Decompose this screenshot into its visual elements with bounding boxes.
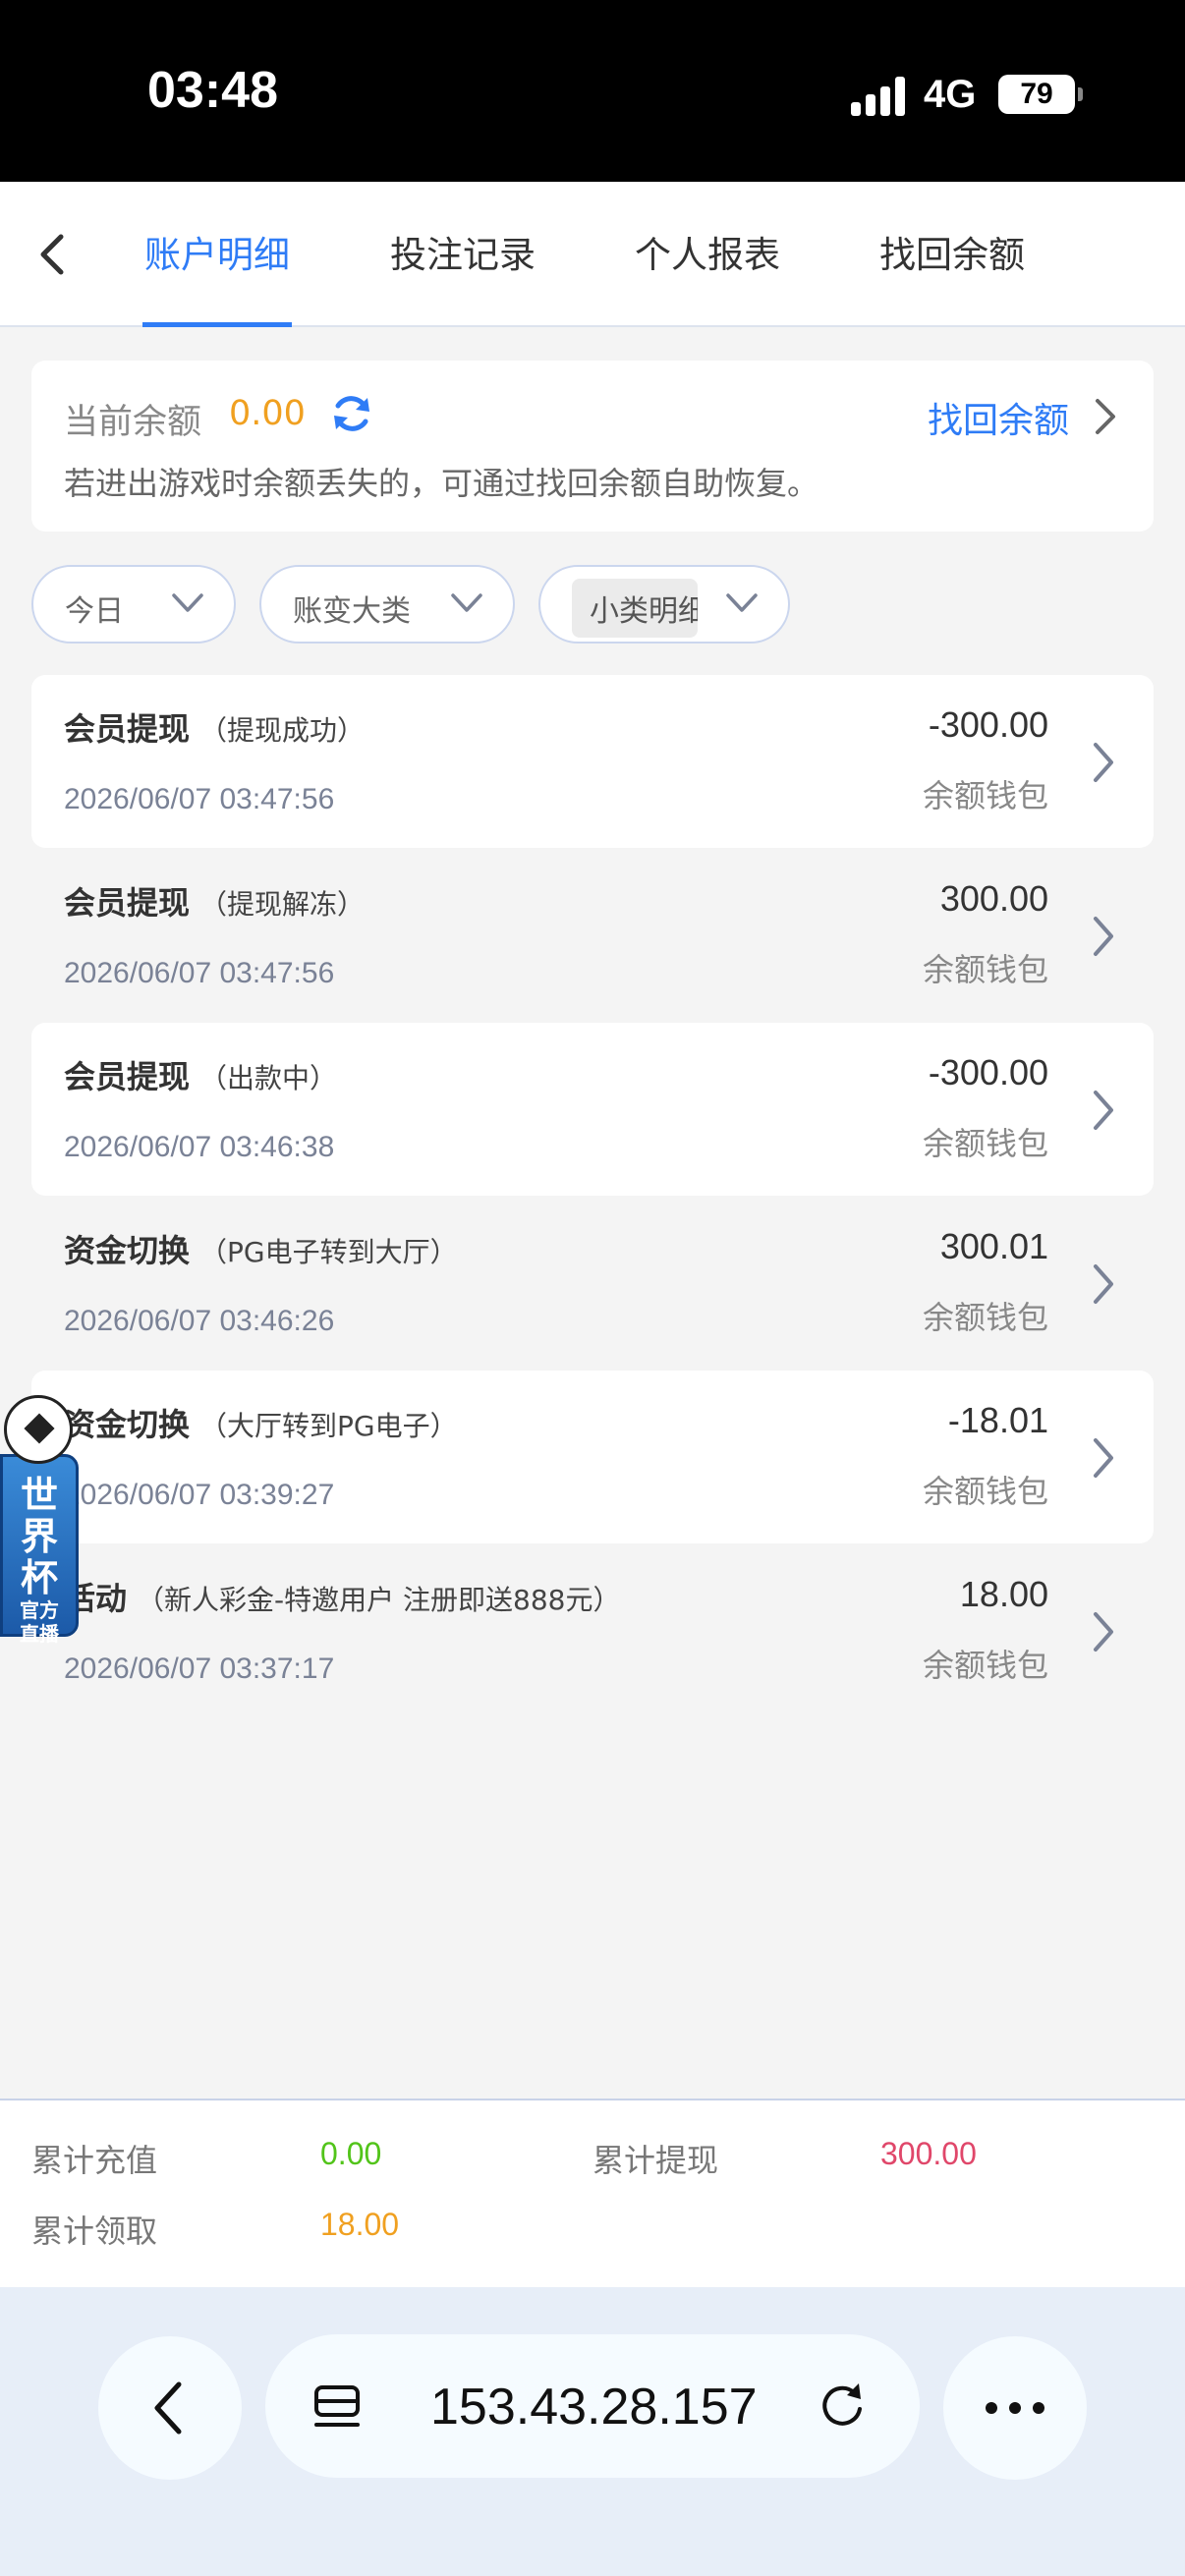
filter-category-label: 账变大类 <box>293 594 411 629</box>
balance-value: 0.00 <box>229 394 306 433</box>
filter-date[interactable]: 今日 <box>31 565 236 644</box>
claim-total-label: 累计领取 <box>31 2212 158 2250</box>
summary-panel: 累计充值 0.00 累计提现 300.00 累计领取 18.00 <box>0 2099 1185 2287</box>
transaction-title: 资金切换 （PG电子转到大厅） <box>64 1226 458 1271</box>
transaction-wallet: 余额钱包 <box>922 951 1048 988</box>
withdraw-total-value: 300.00 <box>880 2136 977 2171</box>
transaction-time: 2026/06/07 03:46:38 <box>64 1131 335 1163</box>
chevron-right-icon <box>1094 1091 1113 1130</box>
transaction-title: 会员提现 （提现成功） <box>64 704 365 750</box>
address-bar[interactable]: 153.43.28.157 <box>265 2334 920 2478</box>
transaction-time: 2026/06/07 03:46:26 <box>64 1305 335 1337</box>
reload-icon <box>822 2383 862 2426</box>
chevron-right-icon <box>1094 1612 1113 1652</box>
balance-label: 当前余额 <box>64 403 202 442</box>
recover-balance-link[interactable]: 找回余额 <box>928 392 1069 443</box>
transaction-amount: -300.00 <box>928 1052 1048 1092</box>
tab-personal-report[interactable]: 个人报表 <box>633 225 782 327</box>
more-dots-icon <box>986 2402 1044 2414</box>
transaction-amount: -18.01 <box>947 1400 1048 1440</box>
network-label: 4G <box>924 73 977 116</box>
transaction-row[interactable]: 资金切换 （大厅转到PG电子） 2026/06/07 03:39:27 -18.0… <box>31 1371 1154 1543</box>
browser-back-button[interactable] <box>98 2336 242 2480</box>
transaction-row[interactable]: 会员提现 （提现解冻） 2026/06/07 03:47:56 300.00 余额… <box>31 849 1154 1022</box>
badge-title-text: 世界杯 <box>20 1474 58 1599</box>
chevron-right-icon <box>1094 1438 1113 1478</box>
transaction-subtype: （大厅转到PG电子） <box>199 1410 458 1442</box>
filter-subcategory-label: 小类明细 <box>572 579 698 638</box>
transaction-type: 会员提现 <box>64 1058 191 1095</box>
transaction-subtype: （提现解冻） <box>199 888 366 921</box>
transaction-row[interactable]: 活动 （新人彩金-特邀用户 注册即送888元） 2026/06/07 03:37:… <box>31 1544 1154 1717</box>
transaction-subtype: （PG电子转到大厅） <box>199 1236 458 1268</box>
chevron-right-icon <box>1094 743 1113 782</box>
recharge-total-value: 0.00 <box>320 2136 382 2171</box>
chevron-right-icon[interactable] <box>1093 396 1118 437</box>
status-bar: 03:48 4G 79 <box>0 0 1185 182</box>
transaction-time: 2026/06/07 03:47:56 <box>64 957 335 989</box>
refresh-icon[interactable] <box>328 390 375 437</box>
chevron-right-icon <box>1094 917 1113 956</box>
transaction-type: 会员提现 <box>64 884 191 922</box>
transaction-amount: 300.01 <box>939 1226 1048 1266</box>
claim-total-value: 18.00 <box>320 2207 400 2242</box>
transaction-title: 会员提现 （提现解冻） <box>64 878 365 924</box>
transaction-wallet: 余额钱包 <box>922 1647 1048 1684</box>
transaction-type: 会员提现 <box>64 710 191 748</box>
chevron-down-icon <box>451 593 482 612</box>
signal-icon <box>851 77 906 116</box>
balance-card: 当前余额 0.00 找回余额 若进出游戏时余额丢失的，可通过找回余额自助恢复。 <box>31 361 1154 532</box>
battery-icon: 79 <box>998 75 1083 114</box>
world-cup-badge-body: 世界杯 官方 直播 <box>0 1454 79 1646</box>
world-cup-live-badge[interactable]: 世界杯 官方 直播 <box>0 1395 81 1646</box>
transaction-row[interactable]: 会员提现 （出款中） 2026/06/07 03:46:38 -300.00 余额… <box>31 1023 1154 1196</box>
transaction-title: 会员提现 （出款中） <box>64 1052 337 1097</box>
tab-account-details[interactable]: 账户明细 <box>142 225 292 327</box>
transaction-row[interactable]: 会员提现 （提现成功） 2026/06/07 03:47:56 -300.00 余… <box>31 675 1154 848</box>
tab-bet-records[interactable]: 投注记录 <box>388 225 537 327</box>
filter-subcategory[interactable]: 小类明细 <box>538 565 790 644</box>
back-button[interactable] <box>29 225 79 284</box>
chevron-right-icon <box>1094 1264 1113 1304</box>
withdraw-total-label: 累计提现 <box>592 2142 719 2179</box>
filter-category[interactable]: 账变大类 <box>259 565 515 644</box>
chevron-left-icon <box>40 234 64 275</box>
transaction-subtype: （出款中） <box>199 1062 338 1094</box>
browser-more-button[interactable] <box>943 2336 1087 2480</box>
transaction-amount: 18.00 <box>959 1574 1048 1614</box>
battery-level: 79 <box>1020 78 1053 110</box>
transaction-time: 2026/06/07 03:39:27 <box>64 1479 335 1511</box>
transaction-subtype: （提现成功） <box>199 714 366 747</box>
transaction-amount: 300.00 <box>939 878 1048 919</box>
tab-recover-balance[interactable]: 找回余额 <box>877 225 1027 327</box>
transaction-time: 2026/06/07 03:47:56 <box>64 783 335 815</box>
browser-toolbar: 153.43.28.157 <box>0 2287 1185 2576</box>
transaction-amount: -300.00 <box>928 704 1048 745</box>
status-time: 03:48 <box>147 62 278 119</box>
transaction-row[interactable]: 资金切换 （PG电子转到大厅） 2026/06/07 03:46:26 300.0… <box>31 1197 1154 1370</box>
address-url: 153.43.28.157 <box>430 2379 758 2436</box>
transaction-title: 资金切换 （大厅转到PG电子） <box>64 1400 458 1445</box>
transaction-title: 活动 （新人彩金-特邀用户 注册即送888元） <box>64 1574 620 1619</box>
soccer-ball-icon <box>4 1395 73 1464</box>
transaction-type: 资金切换 <box>64 1406 191 1443</box>
transaction-wallet: 余额钱包 <box>922 777 1048 814</box>
chevron-down-icon <box>172 593 203 612</box>
chevron-down-icon <box>726 593 758 612</box>
badge-subtitle-1: 官方 <box>20 1598 59 1622</box>
badge-subtitle-2: 直播 <box>20 1622 59 1646</box>
balance-tip: 若进出游戏时余额丢失的，可通过找回余额自助恢复。 <box>64 465 819 502</box>
transaction-wallet: 余额钱包 <box>922 1299 1048 1336</box>
transaction-wallet: 余额钱包 <box>922 1473 1048 1510</box>
tab-bar: 账户明细 投注记录 个人报表 找回余额 <box>0 182 1185 327</box>
transaction-wallet: 余额钱包 <box>922 1125 1048 1162</box>
transaction-type: 资金切换 <box>64 1232 191 1269</box>
transaction-time: 2026/06/07 03:37:17 <box>64 1652 335 1685</box>
recharge-total-label: 累计充值 <box>31 2142 158 2179</box>
transaction-subtype: （新人彩金-特邀用户 注册即送888元） <box>137 1584 621 1616</box>
world-cup-badge-title: 世界杯 <box>3 1475 76 1598</box>
tabs-icon <box>314 2385 360 2427</box>
filter-date-label: 今日 <box>65 594 124 629</box>
chevron-left-icon <box>154 2381 182 2435</box>
